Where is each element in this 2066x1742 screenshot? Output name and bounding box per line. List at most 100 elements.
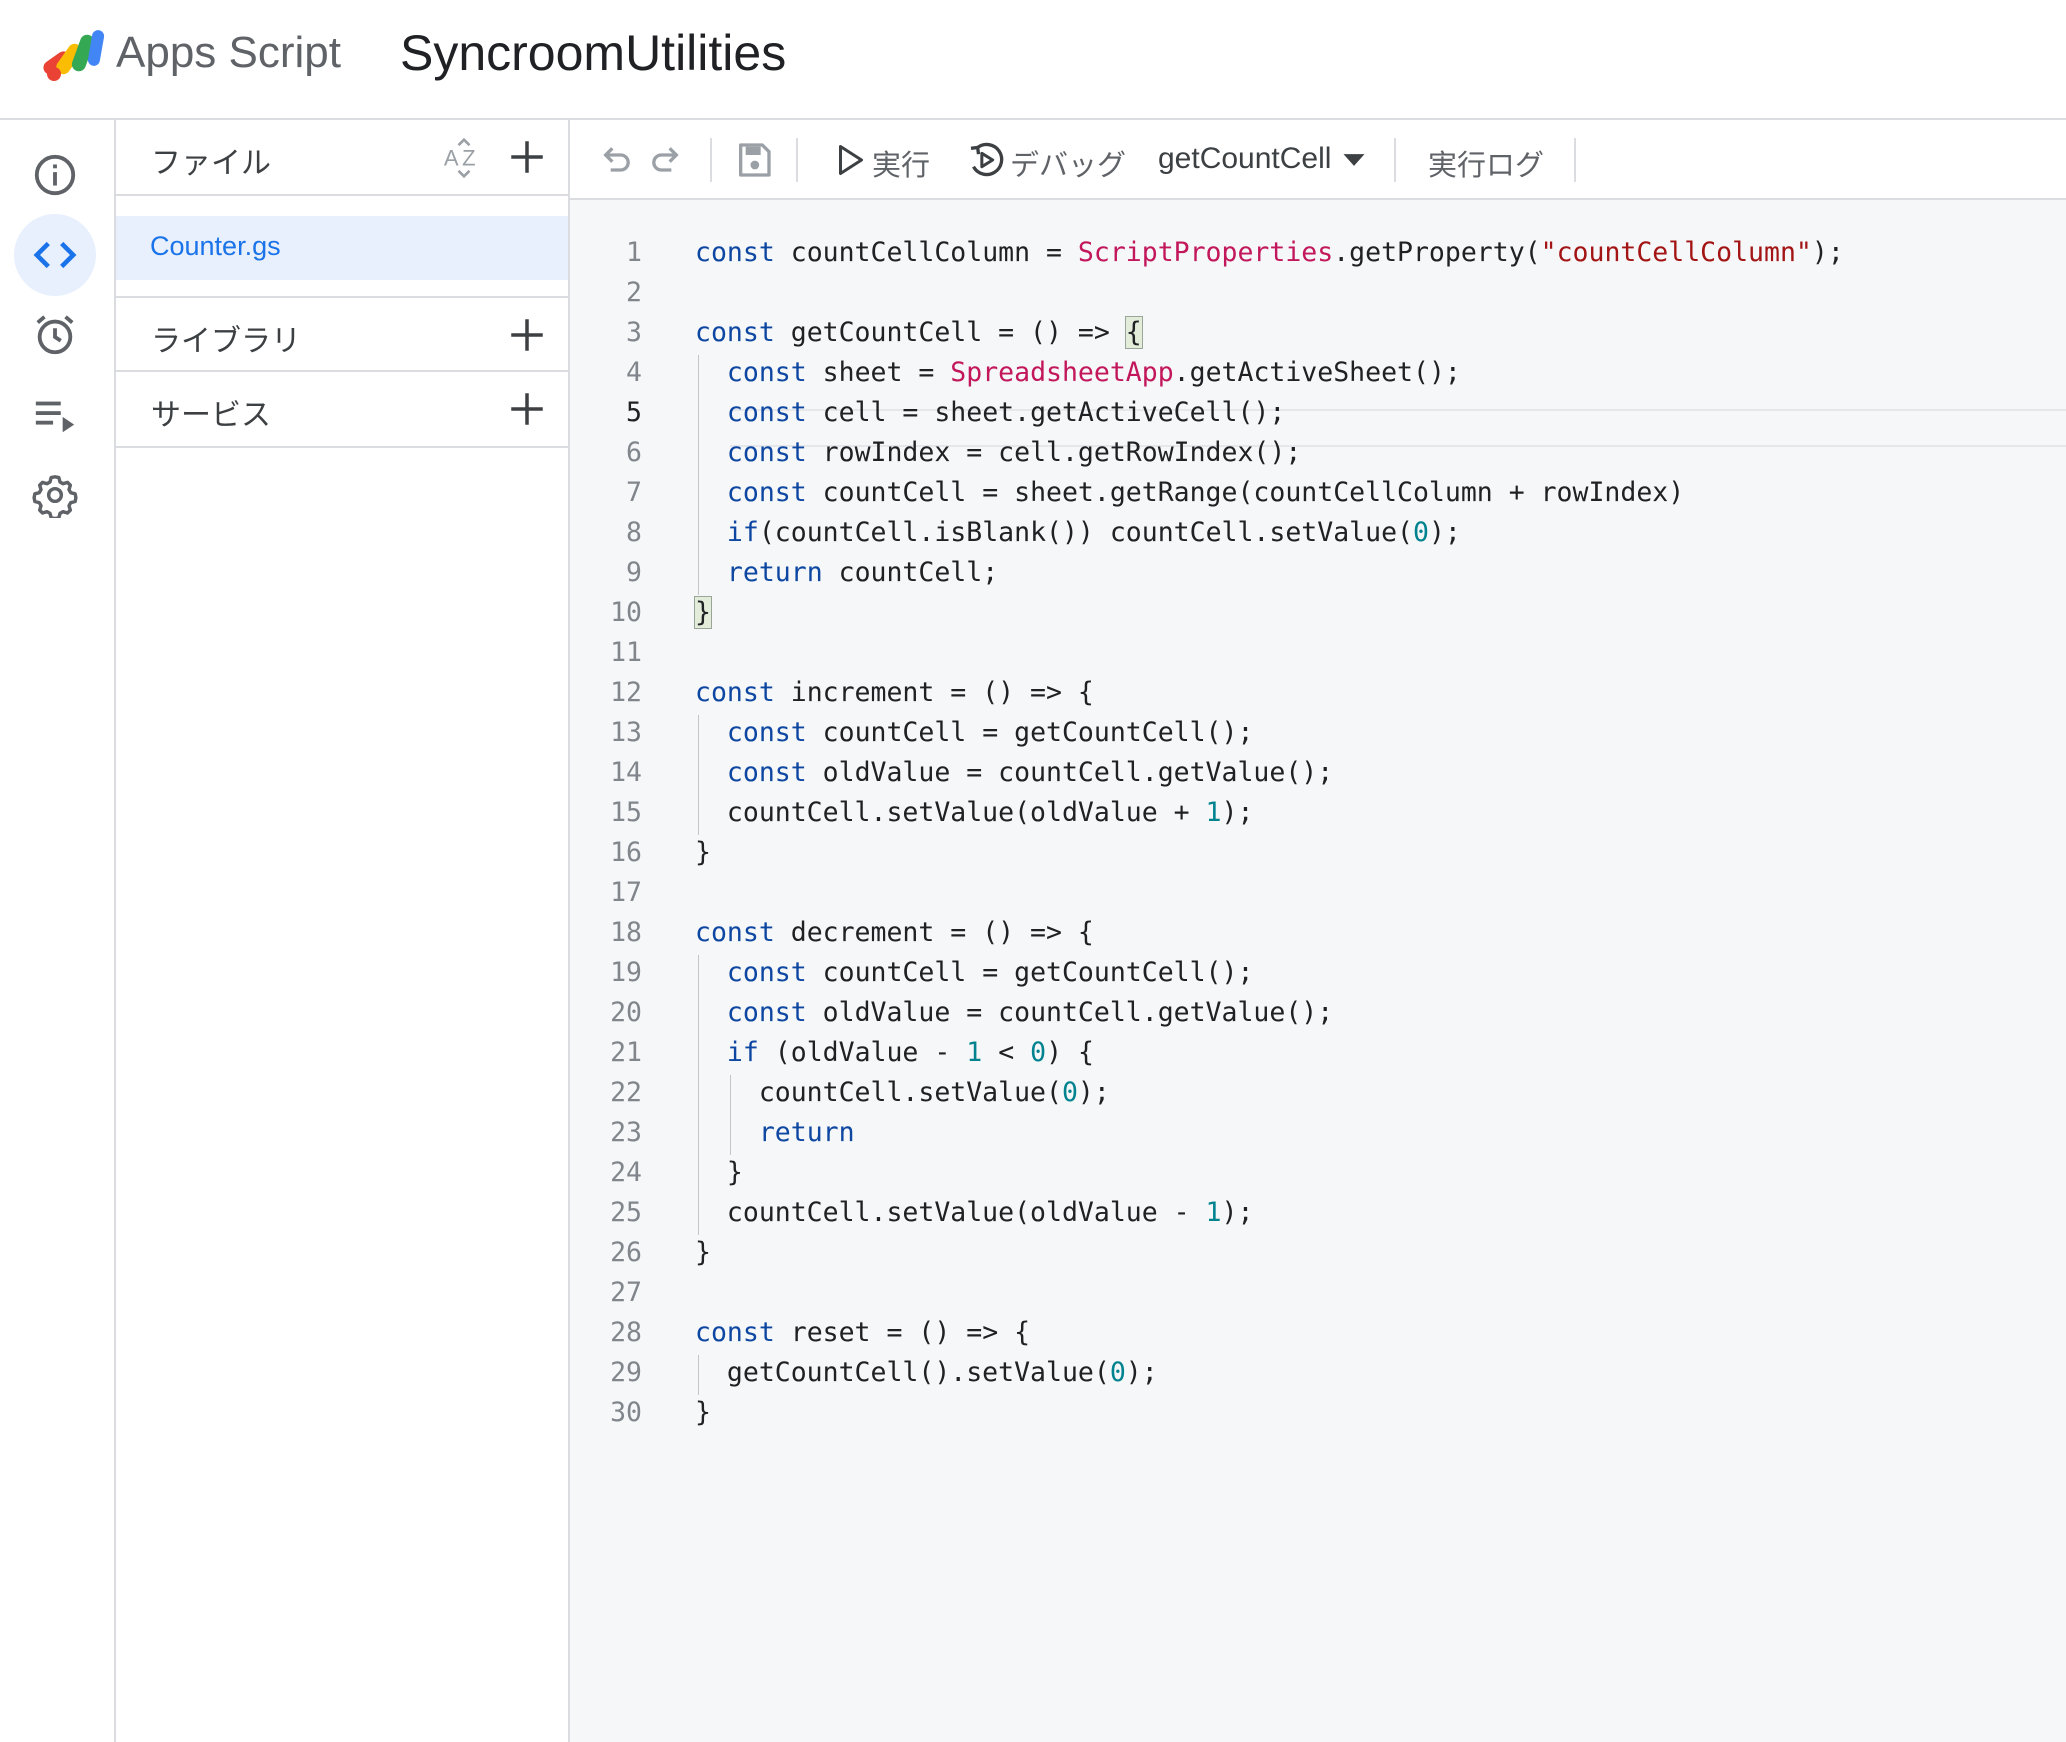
code-text: const countCell = sheet.getRange(countCe…: [726, 477, 1685, 508]
services-section: サービス: [116, 372, 568, 448]
line-number: 18: [610, 917, 642, 948]
line-number: 20: [610, 997, 642, 1028]
add-service-icon[interactable]: [506, 388, 548, 430]
code-line[interactable]: 9 return countCell;: [570, 553, 2066, 593]
code-line[interactable]: 22 countCell.setValue(0);: [570, 1073, 2066, 1113]
code-line[interactable]: 16}: [570, 833, 2066, 873]
indent-guide: [698, 355, 699, 595]
code-line[interactable]: 18 const decrement = () => {: [570, 913, 2066, 953]
line-number: 23: [610, 1117, 642, 1148]
line-number: 4: [626, 357, 642, 388]
libraries-section: ライブラリ: [116, 296, 568, 372]
line-number: 26: [610, 1237, 642, 1268]
code-line[interactable]: 12 const increment = () => {: [570, 673, 2066, 713]
code-text: const rowIndex = cell.getRowIndex();: [726, 437, 1302, 468]
line-number: 11: [610, 637, 642, 668]
code-line[interactable]: 21 if (oldValue - 1 < 0) {: [570, 1033, 2066, 1073]
sort-az-icon[interactable]: A Z: [442, 136, 486, 180]
toolbar-divider: [710, 138, 712, 182]
triggers-button[interactable]: [14, 294, 96, 376]
line-number: 16: [610, 837, 642, 868]
code-line[interactable]: 8 if(countCell.isBlank()) countCell.setV…: [570, 513, 2066, 553]
add-file-icon[interactable]: [506, 136, 548, 178]
code-text: const sheet = SpreadsheetApp.getActiveSh…: [726, 357, 1461, 388]
code-text: }: [694, 596, 712, 629]
code-line[interactable]: 25 countCell.setValue(oldValue - 1);: [570, 1193, 2066, 1233]
code-line[interactable]: 2: [570, 273, 2066, 313]
overview-button[interactable]: [14, 134, 96, 216]
code-line[interactable]: 26}: [570, 1233, 2066, 1273]
executions-button[interactable]: [14, 374, 96, 456]
redo-icon[interactable]: [648, 140, 688, 180]
app-brand: Apps Script: [116, 28, 341, 77]
debug-icon: [970, 142, 1004, 177]
line-number: 29: [610, 1357, 642, 1388]
line-number: 25: [610, 1197, 642, 1228]
code-text: if(countCell.isBlank()) countCell.setVal…: [726, 517, 1461, 548]
code-editor[interactable]: 1 const countCellColumn = ScriptPropertie…: [570, 200, 2066, 1742]
code-line[interactable]: 24 }: [570, 1153, 2066, 1193]
code-line[interactable]: 1 const countCellColumn = ScriptPropertie…: [570, 233, 2066, 273]
svg-text:A: A: [444, 145, 459, 170]
line-number: 9: [626, 557, 642, 588]
project-title[interactable]: SyncroomUtilities: [400, 24, 786, 82]
code-line[interactable]: 5 const cell = sheet.getActiveCell();: [570, 393, 2066, 433]
code-text: const increment = () => {: [695, 677, 1094, 708]
apps-script-logo-icon[interactable]: [38, 26, 108, 84]
files-section-header: ファイル A Z: [116, 120, 568, 196]
code-line[interactable]: 30}: [570, 1393, 2066, 1433]
code-line[interactable]: 19 const countCell = getCountCell();: [570, 953, 2066, 993]
code-line[interactable]: 29 getCountCell().setValue(0);: [570, 1353, 2066, 1393]
line-number: 14: [610, 757, 642, 788]
code-line[interactable]: 23 return: [570, 1113, 2066, 1153]
line-number: 13: [610, 717, 642, 748]
indent-guide: [698, 955, 699, 1235]
code-line[interactable]: 14 const oldValue = countCell.getValue()…: [570, 753, 2066, 793]
add-library-icon[interactable]: [506, 314, 548, 356]
execution-log-button[interactable]: 実行ログ: [1428, 142, 1544, 184]
code-text: return: [758, 1117, 855, 1148]
code-line[interactable]: 3 const getCountCell = () => {: [570, 313, 2066, 353]
code-text: const oldValue = countCell.getValue();: [726, 997, 1334, 1028]
code-line[interactable]: 7 const countCell = sheet.getRange(count…: [570, 473, 2066, 513]
file-item-counter[interactable]: Counter.gs: [116, 216, 568, 280]
function-select[interactable]: getCountCell: [1158, 142, 1331, 176]
executions-icon: [35, 401, 75, 433]
undo-icon[interactable]: [594, 140, 634, 180]
code-line[interactable]: 4 const sheet = SpreadsheetApp.getActive…: [570, 353, 2066, 393]
code-line[interactable]: 6 const rowIndex = cell.getRowIndex();: [570, 433, 2066, 473]
code-text: const getCountCell = () => {: [695, 316, 1143, 349]
line-number: 28: [610, 1317, 642, 1348]
code-text: getCountCell().setValue(0);: [695, 1357, 1158, 1388]
code-line[interactable]: 15 countCell.setValue(oldValue + 1);: [570, 793, 2066, 833]
debug-button[interactable]: デバッグ: [1010, 142, 1126, 184]
code-text: const oldValue = countCell.getValue();: [726, 757, 1334, 788]
run-button[interactable]: 実行: [872, 142, 930, 184]
files-label: ファイル: [151, 147, 271, 180]
play-icon: [839, 145, 863, 175]
code-text: if (oldValue - 1 < 0) {: [726, 1037, 1094, 1068]
code-line[interactable]: 20 const oldValue = countCell.getValue()…: [570, 993, 2066, 1033]
line-number: 5: [626, 397, 642, 428]
services-label: サービス: [151, 399, 271, 432]
file-name: Counter.gs: [150, 231, 281, 261]
code-text: const cell = sheet.getActiveCell();: [726, 397, 1286, 428]
toolbar-divider: [1574, 138, 1576, 182]
code-text: return countCell;: [726, 557, 999, 588]
code-icon: [33, 241, 77, 269]
code-line[interactable]: 17: [570, 873, 2066, 913]
code-line[interactable]: 28 const reset = () => {: [570, 1313, 2066, 1353]
editor-button[interactable]: [14, 214, 96, 296]
save-icon[interactable]: [734, 140, 774, 180]
code-line[interactable]: 13 const countCell = getCountCell();: [570, 713, 2066, 753]
editor-toolbar: 実行 デバッグ getCountCell 実行ログ: [570, 120, 2066, 200]
settings-button[interactable]: [14, 454, 96, 536]
code-line[interactable]: 11: [570, 633, 2066, 673]
code-text: countCell.setValue(oldValue + 1);: [695, 797, 1254, 828]
dropdown-arrow-icon[interactable]: [1340, 146, 1368, 174]
line-number: 21: [610, 1037, 642, 1068]
line-number: 19: [610, 957, 642, 988]
code-line[interactable]: 27: [570, 1273, 2066, 1313]
code-line[interactable]: 10}: [570, 593, 2066, 633]
indent-guide: [729, 1075, 731, 1155]
